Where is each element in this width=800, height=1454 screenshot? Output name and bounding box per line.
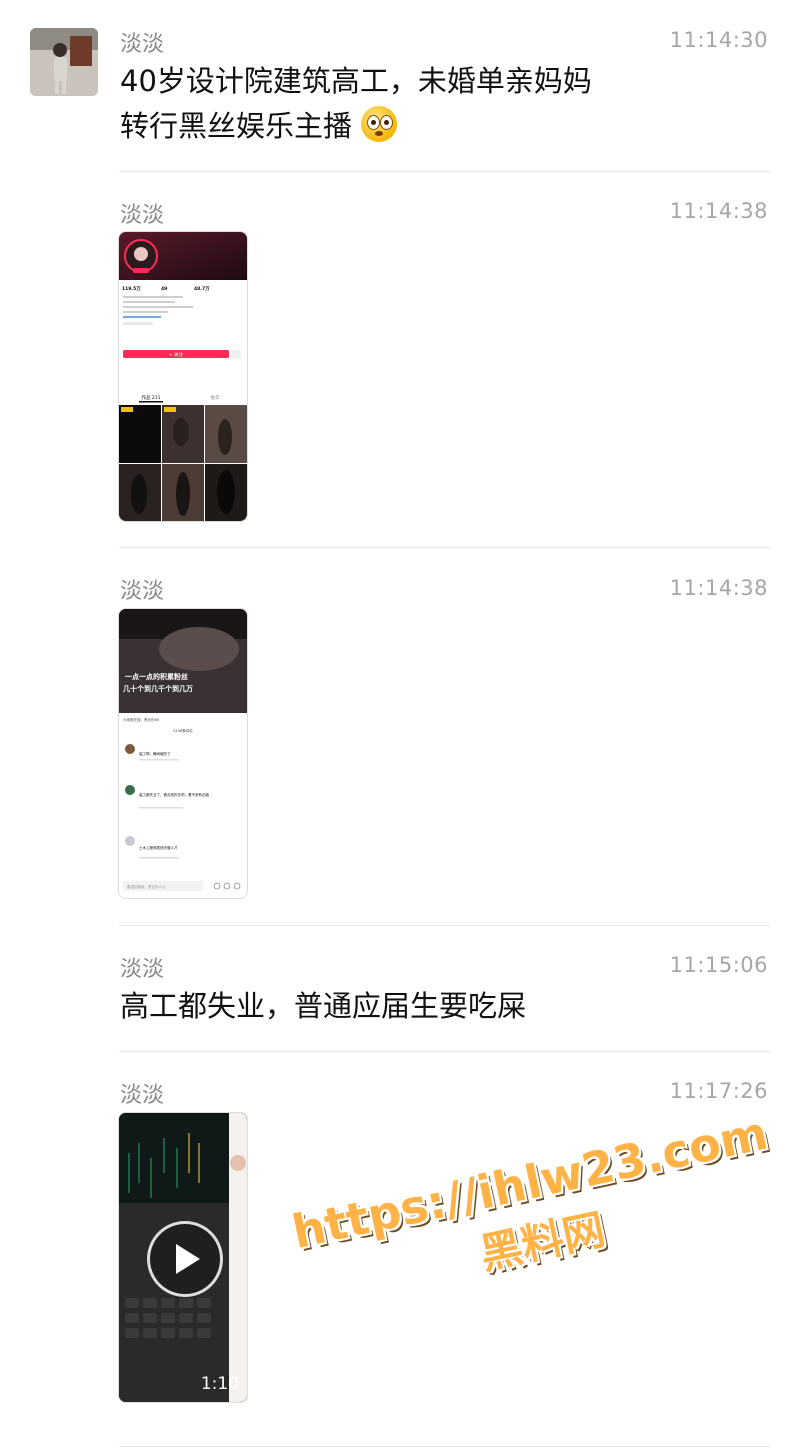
svg-text:119.5万: 119.5万 — [122, 285, 141, 292]
sender-name: 淡淡 — [120, 957, 165, 982]
comments-screenshot-image[interactable]: 一点一点的积累粉丝 几十个到几千个到几万 大家都在搜：黑丝豹66 2238条评论… — [119, 609, 247, 898]
message-time: 11:17:26 — [669, 1079, 768, 1103]
profile-screenshot-image[interactable]: 119.5万 49 48.7万 + 关注 作品 211 推荐 — [119, 232, 247, 521]
caption-line1: 一点一点的积累粉丝 — [125, 672, 188, 681]
comment-input-placeholder: 善语结善缘，恶言伤人心 — [127, 884, 166, 889]
comment-2: 高工都失业了，做点别的去吧，看不到有出路 — [139, 792, 209, 797]
caption-line2: 几十个到几千个到几万 — [123, 684, 193, 693]
message-text: 40岁设计院建筑高工，未婚单亲妈妈 转行黑丝娱乐主播 — [120, 59, 740, 149]
divider — [119, 1446, 770, 1447]
video-duration: 1:10 — [200, 1374, 239, 1394]
svg-text:推荐: 推荐 — [211, 394, 220, 401]
search-header: 大家都在搜：黑丝豹66 — [123, 717, 159, 722]
divider — [119, 547, 770, 548]
message-text-line1: 40岁设计院建筑高工，未婚单亲妈妈 — [120, 64, 592, 98]
svg-text:49: 49 — [161, 286, 167, 292]
divider — [119, 925, 770, 926]
comment-1: 高工啊，瞬间破防了 — [139, 751, 171, 756]
divider — [119, 1051, 770, 1052]
message-time: 11:14:30 — [669, 28, 768, 52]
message-time: 11:15:06 — [669, 953, 768, 977]
flushed-face-icon — [361, 106, 398, 142]
message-text: 高工都失业，普通应届生要吃屎 — [120, 989, 527, 1023]
divider — [119, 171, 770, 172]
sender-name: 淡淡 — [120, 32, 165, 57]
comment-3: 土木工程师居然去做人才 — [139, 845, 178, 850]
video-thumbnail[interactable]: 1:10 — [119, 1113, 247, 1402]
svg-text:48.7万: 48.7万 — [194, 285, 210, 292]
watermark: https://ihlw23.com 黑料网 — [270, 1102, 800, 1323]
message-time: 11:14:38 — [669, 576, 768, 600]
sender-name: 淡淡 — [120, 203, 165, 228]
svg-text:作品 211: 作品 211 — [141, 394, 160, 401]
comment-count: 2238条评论 — [173, 728, 193, 733]
sender-name: 淡淡 — [120, 579, 165, 604]
sender-avatar[interactable] — [30, 28, 98, 96]
message-time: 11:14:38 — [669, 199, 768, 223]
svg-text:+ 关注: + 关注 — [169, 351, 184, 358]
message-text-line2: 转行黑丝娱乐主播 — [120, 109, 353, 143]
sender-name: 淡淡 — [120, 1083, 165, 1108]
play-icon[interactable] — [147, 1221, 223, 1297]
